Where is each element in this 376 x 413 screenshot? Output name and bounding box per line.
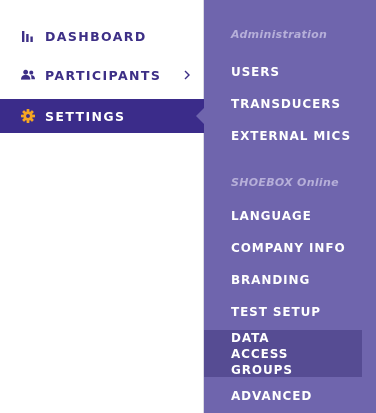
- settings-menu-screen: DASHBOARD PARTICIPANTS SETTINGS Administ…: [0, 0, 376, 413]
- bar-chart-icon: [21, 29, 35, 43]
- submenu-item-external-mics[interactable]: EXTERNAL MICS: [204, 126, 362, 146]
- active-indicator: [196, 108, 204, 124]
- submenu-item-users[interactable]: USERS: [204, 62, 362, 82]
- sidebar-item-participants[interactable]: PARTICIPANTS: [0, 58, 204, 92]
- submenu-scroll-area: [362, 0, 376, 413]
- sidebar-item-settings[interactable]: SETTINGS: [0, 99, 204, 133]
- submenu-item-advanced[interactable]: ADVANCED: [204, 386, 362, 406]
- submenu-item-language[interactable]: LANGUAGE: [204, 206, 362, 226]
- submenu-item-company-info[interactable]: COMPANY INFO: [204, 238, 362, 258]
- sidebar-item-label: SETTINGS: [45, 108, 126, 124]
- users-icon: [21, 68, 35, 82]
- submenu-item-data-access-groups[interactable]: DATA ACCESS GROUPS: [204, 330, 362, 377]
- sidebar-item-dashboard[interactable]: DASHBOARD: [0, 19, 204, 53]
- section-header-administration: Administration: [231, 28, 328, 41]
- sidebar-item-label: DASHBOARD: [45, 28, 147, 44]
- settings-submenu: Administration USERS TRANSDUCERS EXTERNA…: [204, 0, 376, 413]
- submenu-item-branding[interactable]: BRANDING: [204, 270, 362, 290]
- gear-icon: [21, 109, 35, 123]
- section-header-shoebox-online: SHOEBOX Online: [231, 176, 339, 189]
- submenu-item-transducers[interactable]: TRANSDUCERS: [204, 94, 362, 114]
- submenu-item-test-setup[interactable]: TEST SETUP: [204, 302, 362, 322]
- sidebar-item-label: PARTICIPANTS: [45, 67, 162, 83]
- chevron-right-icon: [180, 67, 194, 81]
- sidebar: DASHBOARD PARTICIPANTS SETTINGS: [0, 0, 204, 413]
